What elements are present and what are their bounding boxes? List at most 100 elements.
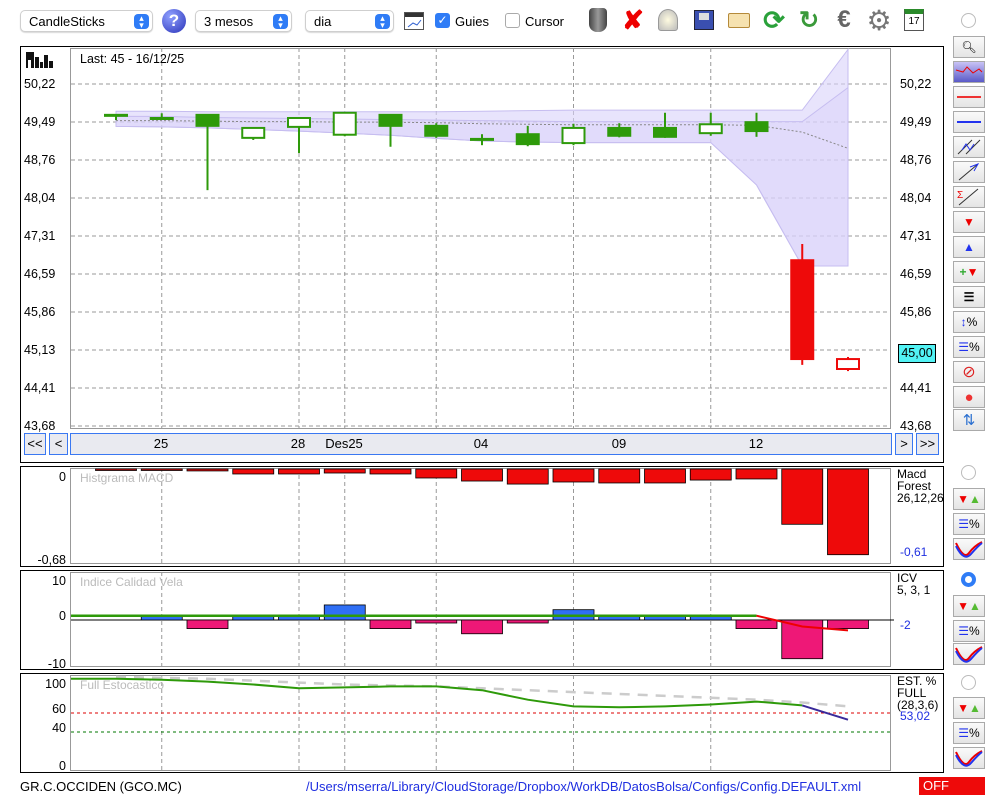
y-axis-label: 48,04 [900,191,932,205]
stoch-lines-percent-button[interactable]: ☰% [953,722,985,744]
volume-profile-button[interactable] [953,61,985,83]
candle-body [287,116,311,128]
plus-icon: + [959,265,967,279]
signals-button[interactable]: + ▼ [953,261,985,283]
stop-button[interactable]: ⊘ [953,361,985,383]
y-axis-label: 40 [52,721,66,735]
stoch-divergence-button[interactable] [953,747,985,769]
y-axis-label: 0 [59,609,66,623]
divergence-icon [955,750,983,767]
buy-signal-button[interactable]: ▲ [953,236,985,258]
channel-button[interactable] [953,136,985,158]
y-axis-label: 48,76 [900,153,932,167]
macd-divergence-button[interactable] [953,538,985,560]
x-axis-label: 12 [748,436,764,451]
icv-divergence-button[interactable] [953,643,985,665]
blue-up-arrow-icon: ▲ [963,240,975,254]
divergence-icon [955,541,983,558]
icv-bar [735,619,778,630]
sum-trendline-button[interactable]: Σ [953,186,985,208]
volume-bars-icon[interactable] [26,52,62,71]
range-icon: ↕ [960,315,967,329]
up-arrow-icon: ▲ [969,492,981,506]
candle-body [515,133,540,146]
y-axis-label: 43,68 [900,419,932,433]
macd-lines-percent-button[interactable]: ☰% [953,513,985,535]
macd-bar [506,468,549,485]
y-axis-label: 48,76 [24,153,56,167]
svg-text:Σ: Σ [957,190,963,201]
y-axis-label: 44,41 [24,381,56,395]
macd-bar [781,468,824,525]
nav-prev-button[interactable]: < [49,433,68,455]
candle-body [561,126,586,145]
candle-body [104,113,128,117]
y-axis-label: 0 [59,470,66,484]
y-axis-label: 49,49 [24,115,56,129]
mode-toggle-off[interactable]: OFF [919,777,985,795]
icv-lines-percent-button[interactable]: ☰% [953,620,985,642]
x-axis-label: Des25 [325,436,363,451]
y-axis-label: 60 [52,702,66,716]
candle-body [744,121,769,133]
y-axis-label: 45,86 [24,305,56,319]
icv-signals-button[interactable]: ▼ ▲ [953,595,985,617]
histogram-icon [955,66,983,74]
nav-first-button[interactable]: << [24,433,46,455]
zoom-button[interactable]: 🔍︎ [953,36,985,58]
range-percent-button[interactable]: ↕% [953,311,985,333]
record-button[interactable]: ● [953,386,985,408]
x-axis-label: 25 [153,436,169,451]
y-axis-label: 50,22 [900,77,932,91]
levels-button[interactable]: ☰ [953,286,985,308]
sell-signal-button[interactable]: ▼ [953,211,985,233]
config-path-link[interactable]: /Users/mserra/Library/CloudStorage/Dropb… [306,779,861,794]
icv-panel-radio-selected[interactable] [961,572,976,587]
y-axis-label: 49,49 [900,115,932,129]
macd-bar [461,468,503,482]
sync-icon: ⇅ [962,412,976,429]
lines-percent-icon: ☰ [958,517,970,531]
candle-body [698,123,723,135]
stoch-title: Full Estocastico [80,678,165,692]
red-line-icon [957,96,981,98]
macd-bar [598,468,641,484]
macd-bar [552,468,595,483]
x-axis-label: 09 [611,436,627,451]
ticker-label: GR.C.OCCIDEN (GCO.MC) [20,779,182,794]
y-axis-label: 44,41 [900,381,932,395]
red-down-arrow-icon: ▼ [963,215,975,229]
trendline-button[interactable] [953,161,985,183]
icv-bar [369,619,412,630]
candle-body [470,137,494,141]
red-line-button[interactable] [953,86,985,108]
macd-signals-button[interactable]: ▼ ▲ [953,488,985,510]
macd-panel-radio[interactable] [961,465,976,480]
nav-last-button[interactable]: >> [916,433,939,455]
down-arrow-icon: ▼ [957,492,969,506]
lines-percent-button[interactable]: ☰% [953,336,985,358]
lines-percent-icon: ☰ [958,726,970,740]
last-price-label: Last: 45 - 16/12/25 [80,52,185,66]
stoch-value: 53,02 [900,709,931,723]
macd-bar [232,468,275,475]
macd-bar [323,468,366,474]
x-axis-label: 04 [473,436,489,451]
icv-bar [186,619,229,630]
blue-line-button[interactable] [953,111,985,133]
macd-bar [369,468,412,475]
candle-body [790,259,815,361]
y-axis-label: 47,31 [24,229,56,243]
candle-body [149,116,174,120]
nav-next-button[interactable]: > [895,433,913,455]
icv-title: Indice Calidad Vela [80,575,183,589]
up-arrow-icon: ▲ [969,701,981,715]
stoch-signals-button[interactable]: ▼ ▲ [953,697,985,719]
stoch-panel-radio[interactable] [961,675,976,690]
candle-body [607,126,632,137]
sync-button[interactable]: ⇅ [953,409,985,431]
y-axis-label: -10 [47,657,66,671]
down-arrow-icon: ▼ [957,599,969,613]
macd-value: -0,61 [900,545,928,559]
candle-body [653,126,677,138]
